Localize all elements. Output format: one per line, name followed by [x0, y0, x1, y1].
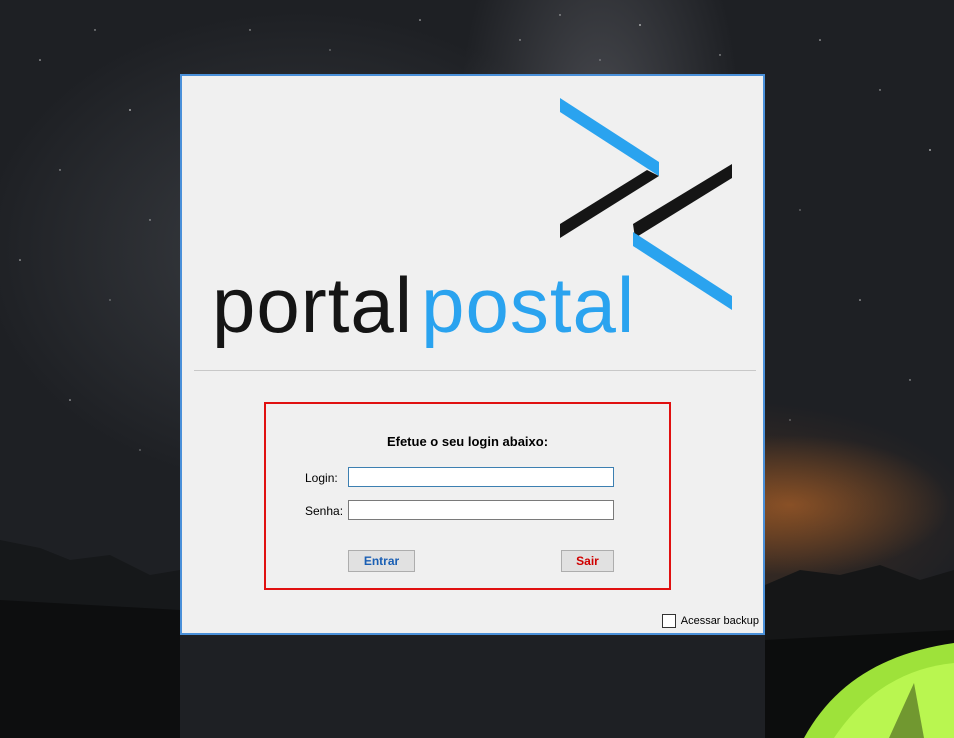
login-window: portal postal Efetue o seu login abaixo: … [180, 74, 765, 635]
backup-checkbox[interactable] [661, 614, 676, 628]
enter-button[interactable]: Entrar [348, 550, 415, 572]
password-input[interactable] [348, 500, 614, 520]
header-divider [194, 370, 756, 371]
brand-logo-text: portal postal [212, 266, 635, 344]
backup-option[interactable]: Acessar backup [661, 614, 759, 628]
login-input[interactable] [348, 467, 614, 487]
login-label: Login: [305, 471, 338, 485]
password-label: Senha: [305, 504, 344, 518]
backup-label: Acessar backup [680, 615, 759, 627]
login-form-box: Efetue o seu login abaixo: Login: Senha:… [264, 402, 671, 590]
logo-word-postal: postal [421, 261, 636, 349]
exit-button[interactable]: Sair [561, 550, 614, 572]
green-tent-image [804, 643, 954, 738]
logo-word-portal: portal [212, 261, 414, 349]
login-title: Efetue o seu login abaixo: [386, 434, 549, 449]
